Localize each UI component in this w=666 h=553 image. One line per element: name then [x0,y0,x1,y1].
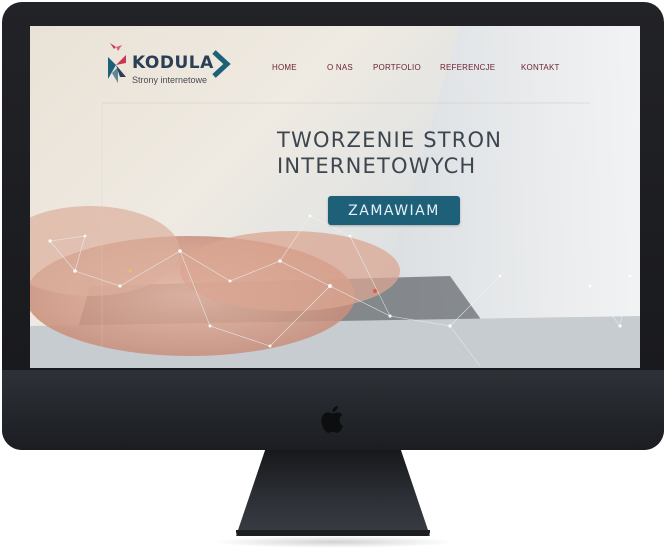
site-logo[interactable]: KODULA Strony internetowe [102,43,232,89]
website-screen: KODULA Strony internetowe HOME O NAS POR… [30,26,640,368]
nav-item-o-nas[interactable]: O NAS [327,63,353,72]
imac-device: KODULA Strony internetowe HOME O NAS POR… [0,0,666,553]
hero-title: TWORZENIE STRON INTERNETOWYCH [277,128,503,178]
logo-tagline: Strony internetowe [132,75,208,85]
chevron-right-icon [212,50,231,78]
nav-item-portfolio[interactable]: PORTFOLIO [373,63,421,72]
order-button[interactable]: ZAMAWIAM [328,196,460,225]
device-shadow [210,536,456,548]
nav-item-kontakt[interactable]: KONTAKT [521,63,560,72]
imac-stand [236,450,430,536]
nav-item-home[interactable]: HOME [272,63,297,72]
logo-name: KODULA [132,53,214,73]
nav-item-referencje[interactable]: REFERENCJE [440,63,495,72]
imac-stand-base [236,530,430,536]
logo-mark-icon [108,43,126,83]
apple-icon [321,405,344,433]
